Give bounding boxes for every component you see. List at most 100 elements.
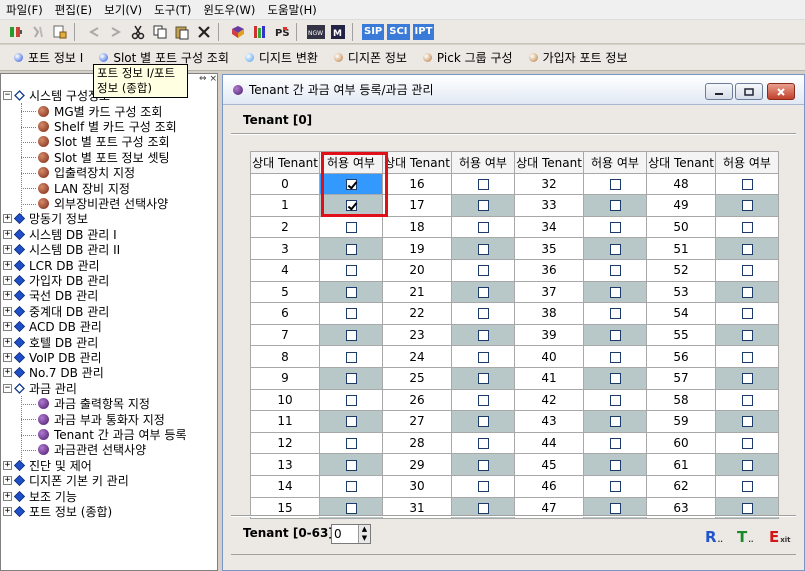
expand-icon[interactable]: + xyxy=(3,260,12,270)
allow-checkbox-cell[interactable] xyxy=(583,323,647,347)
tree-leaf-sys-5[interactable]: LAN 장비 지정 xyxy=(38,180,130,196)
allow-checkbox-cell[interactable] xyxy=(583,431,647,455)
copy-icon[interactable] xyxy=(150,22,170,42)
allow-checkbox[interactable] xyxy=(609,222,621,234)
tree-node-mid-9[interactable]: + VoIP DB 관리 xyxy=(3,350,102,365)
allow-checkbox-cell[interactable] xyxy=(715,453,779,476)
allow-checkbox[interactable] xyxy=(477,394,489,406)
allow-checkbox[interactable] xyxy=(741,481,753,493)
allow-checkbox[interactable] xyxy=(609,178,621,190)
allow-checkbox[interactable] xyxy=(741,308,753,320)
allow-checkbox-cell[interactable] xyxy=(451,323,515,347)
allow-checkbox-cell[interactable] xyxy=(715,194,779,217)
allow-checkbox[interactable] xyxy=(609,351,621,363)
tree-node-mid-6[interactable]: + 중계대 DB 관리 xyxy=(3,304,109,319)
tree-leaf-bill-0[interactable]: 과금 출력항목 지정 xyxy=(38,396,150,411)
allow-checkbox[interactable] xyxy=(477,416,489,428)
menu-tools[interactable]: 도구(T) xyxy=(148,0,197,20)
tree-leaf-sys-2[interactable]: Slot 별 포트 구성 조회 xyxy=(38,134,170,149)
tree-node-mid-3[interactable]: + LCR DB 관리 xyxy=(3,257,100,273)
allow-checkbox[interactable] xyxy=(741,502,753,514)
allow-checkbox[interactable] xyxy=(741,243,753,255)
allow-checkbox-cell[interactable] xyxy=(451,366,515,390)
allow-checkbox-cell[interactable] xyxy=(715,474,779,498)
allow-checkbox-cell[interactable] xyxy=(451,345,515,368)
allow-checkbox[interactable] xyxy=(741,222,753,234)
nav-item-5[interactable]: 가입자 포트 정보 xyxy=(528,49,628,66)
allow-checkbox-cell[interactable] xyxy=(715,431,779,455)
panel-controls[interactable]: ⇔ × xyxy=(187,75,217,85)
tree-node-mid-0[interactable]: + 망동기 정보 xyxy=(3,211,88,226)
tree-node-mid-7[interactable]: + ACD DB 관리 xyxy=(3,319,102,334)
allow-checkbox-cell[interactable] xyxy=(715,388,779,412)
cut-icon[interactable] xyxy=(128,22,148,42)
tree-node-bot-1[interactable]: + 디지폰 기본 키 관리 xyxy=(3,473,129,488)
exit-button[interactable]: Exit xyxy=(769,524,791,546)
allow-checkbox[interactable] xyxy=(477,438,489,450)
allow-checkbox-cell[interactable] xyxy=(715,410,779,433)
collapse-icon[interactable]: − xyxy=(3,383,12,393)
allow-checkbox[interactable] xyxy=(345,502,357,514)
spin-up-icon[interactable]: ▲ xyxy=(359,525,370,534)
allow-checkbox[interactable] xyxy=(609,286,621,298)
tree-leaf-bill-3[interactable]: 과금관련 선택사양 xyxy=(38,442,146,457)
expand-icon[interactable]: + xyxy=(3,460,12,470)
allow-checkbox-cell[interactable] xyxy=(715,345,779,368)
allow-checkbox-cell[interactable] xyxy=(451,237,515,260)
tree-leaf-sys-3[interactable]: Slot 별 포트 정보 셋팅 xyxy=(38,150,170,165)
expand-icon[interactable]: + xyxy=(3,275,12,285)
allow-checkbox-cell[interactable] xyxy=(715,215,779,239)
allow-checkbox[interactable] xyxy=(477,330,489,342)
nav-item-4[interactable]: Pick 그룹 구성 xyxy=(422,49,513,66)
allow-checkbox-cell[interactable] xyxy=(583,474,647,498)
allow-checkbox-cell[interactable] xyxy=(451,194,515,217)
menu-window[interactable]: 윈도우(W) xyxy=(197,0,261,20)
allow-checkbox-cell[interactable] xyxy=(319,323,383,347)
allow-checkbox-cell[interactable] xyxy=(319,237,383,260)
allow-checkbox-cell[interactable] xyxy=(715,323,779,347)
tree-leaf-sys-0[interactable]: MG별 카드 구성 조회 xyxy=(38,103,162,119)
expand-icon[interactable]: + xyxy=(3,368,12,378)
allow-checkbox[interactable] xyxy=(609,502,621,514)
allow-checkbox[interactable] xyxy=(741,373,753,385)
allow-checkbox-cell[interactable] xyxy=(451,258,515,282)
tree-leaf-sys-1[interactable]: Shelf 별 카드 구성 조회 xyxy=(38,119,177,134)
connect-icon[interactable] xyxy=(6,22,26,42)
tree-leaf-sys-4[interactable]: 입출력장치 지정 xyxy=(38,165,135,180)
allow-checkbox[interactable] xyxy=(477,502,489,514)
allow-checkbox-cell[interactable] xyxy=(715,302,779,325)
allow-checkbox[interactable] xyxy=(741,330,753,342)
allow-checkbox-cell[interactable] xyxy=(319,280,383,304)
sci-button[interactable]: SCI xyxy=(387,23,410,40)
forward-icon[interactable] xyxy=(106,22,126,42)
allow-checkbox[interactable] xyxy=(477,286,489,298)
allow-checkbox[interactable] xyxy=(477,481,489,493)
allow-checkbox[interactable] xyxy=(741,459,753,471)
transfer-button[interactable]: T.. xyxy=(737,524,754,546)
spin-down-icon[interactable]: ▼ xyxy=(359,534,370,543)
allow-checkbox-cell[interactable] xyxy=(451,280,515,304)
allow-checkbox[interactable] xyxy=(609,394,621,406)
window-titlebar[interactable]: Tenant 간 과금 여부 등록/과금 관리 xyxy=(223,75,804,105)
nav-item-0[interactable]: 포트 정보 I xyxy=(14,49,83,66)
allow-checkbox-cell[interactable] xyxy=(715,258,779,282)
tree-node-bot-0[interactable]: + 진단 및 제어 xyxy=(3,458,92,473)
allow-checkbox[interactable] xyxy=(345,330,357,342)
book-icon[interactable] xyxy=(228,22,248,42)
db-config-icon[interactable] xyxy=(50,22,70,42)
tree-node-mid-4[interactable]: + 가입자 DB 관리 xyxy=(3,273,109,288)
allow-checkbox-cell[interactable] xyxy=(583,194,647,217)
allow-checkbox[interactable] xyxy=(345,265,357,277)
allow-checkbox[interactable] xyxy=(345,308,357,320)
allow-checkbox[interactable] xyxy=(477,351,489,363)
allow-checkbox-cell[interactable] xyxy=(319,431,383,455)
disconnect-icon[interactable] xyxy=(28,22,48,42)
allow-checkbox[interactable] xyxy=(477,200,489,212)
allow-checkbox-cell[interactable] xyxy=(583,280,647,304)
allow-checkbox-cell[interactable] xyxy=(715,280,779,304)
paste-icon[interactable] xyxy=(172,22,192,42)
allow-checkbox-cell[interactable] xyxy=(583,258,647,282)
settings-icon[interactable] xyxy=(250,22,270,42)
allow-checkbox-cell[interactable] xyxy=(451,431,515,455)
allow-checkbox-cell[interactable] xyxy=(715,366,779,390)
